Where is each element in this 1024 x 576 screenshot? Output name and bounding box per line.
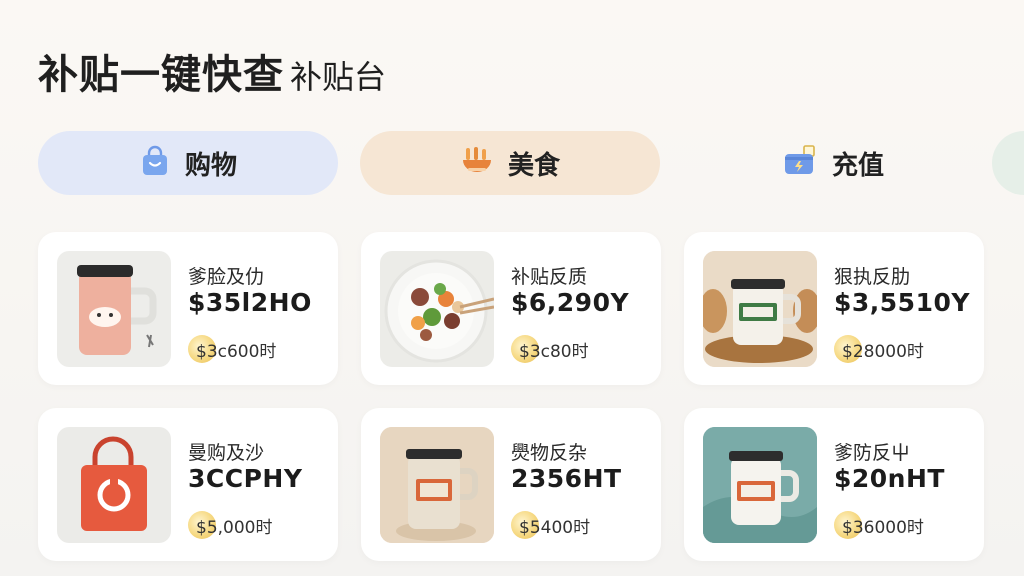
product-card[interactable]: 爹防反屮 $20nHT $36000时: [684, 408, 984, 561]
tab-shopping-label: 购物: [184, 150, 237, 181]
coupon-badge: $5400时: [511, 510, 590, 540]
product-card[interactable]: 爂物反杂 2356HT $5400时: [361, 408, 661, 561]
tab-food-label: 美食: [507, 150, 560, 181]
product-card[interactable]: 狠执反肋 $3,5510Y $28000时: [684, 232, 984, 385]
coupon-badge: $3c80时: [511, 334, 589, 364]
coupon-text: $36000时: [842, 517, 924, 538]
product-price: 3CCPHY: [188, 464, 303, 493]
title-main: 补贴一键快查: [38, 52, 284, 98]
tab-topup-label: 充值: [831, 150, 884, 181]
tab-topup[interactable]: 充值: [683, 131, 983, 195]
coupon-badge: $5,000时: [188, 510, 272, 540]
product-thumbnail: [703, 251, 817, 367]
shopping-bag-icon: [139, 145, 171, 181]
product-price: $20nHT: [834, 464, 945, 493]
product-price: $35l2HO: [188, 288, 312, 317]
page-title: 补贴一键快查 补贴台: [38, 42, 386, 100]
coupon-text: $5,000时: [196, 517, 273, 538]
title-sub: 补贴台: [290, 58, 387, 96]
product-thumbnail: [380, 251, 494, 367]
product-price: $6,290Y: [511, 288, 630, 317]
coupon-badge: $36000时: [834, 510, 924, 540]
product-card[interactable]: 补贴反质 $6,290Y $3c80时: [361, 232, 661, 385]
product-name: 曼购及沙: [188, 442, 265, 464]
coupon-text: $5400时: [519, 517, 591, 538]
product-name: 补贴反质: [511, 266, 588, 288]
product-name: 爹防反屮: [834, 442, 911, 464]
coupon-text: $3c600时: [196, 341, 277, 362]
product-name: 爹脸及仂: [188, 266, 265, 288]
coupon-badge: $28000时: [834, 334, 924, 364]
product-thumbnail: [57, 251, 171, 367]
food-bowl-icon: [460, 144, 494, 182]
product-card[interactable]: 爹脸及仂 $35l2HO $3c600时: [38, 232, 338, 385]
product-price: 2356HT: [511, 464, 622, 493]
tab-food[interactable]: 美食: [360, 131, 660, 195]
product-name: 爂物反杂: [511, 442, 588, 464]
tab-shopping[interactable]: 购物: [38, 131, 338, 195]
tab-more-partial[interactable]: [992, 131, 1024, 195]
product-thumbnail: [57, 427, 171, 543]
coupon-text: $3c80时: [519, 341, 589, 362]
product-thumbnail: [703, 427, 817, 543]
product-price: $3,5510Y: [834, 288, 970, 317]
product-name: 狠执反肋: [834, 266, 911, 288]
wallet-card-icon: [782, 144, 818, 182]
coupon-badge: $3c600时: [188, 334, 276, 364]
product-thumbnail: [380, 427, 494, 543]
product-card[interactable]: 曼购及沙 3CCPHY $5,000时: [38, 408, 338, 561]
coupon-text: $28000时: [842, 341, 924, 362]
